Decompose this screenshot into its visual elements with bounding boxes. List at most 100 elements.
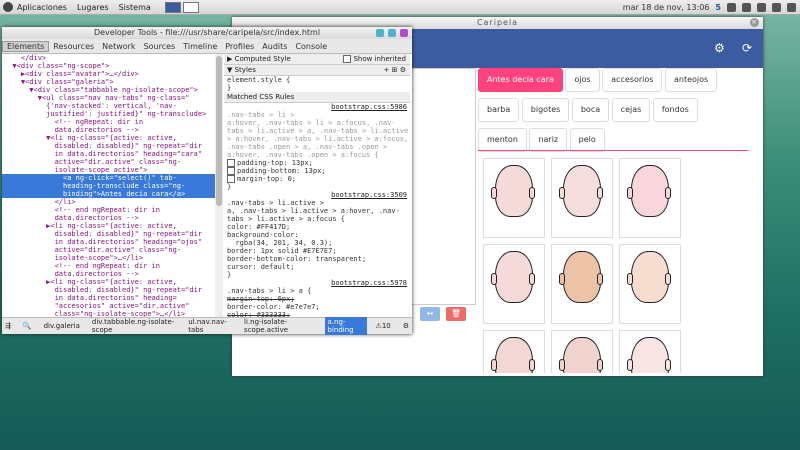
face-option[interactable]: [551, 330, 613, 373]
menu-lugares[interactable]: Lugares: [77, 3, 109, 12]
face-option[interactable]: [483, 244, 545, 324]
css-property[interactable]: background-color:: [224, 231, 410, 239]
css-property[interactable]: border-color: #e7e7e7;: [224, 303, 410, 311]
breadcrumb-item[interactable]: div.galeria: [41, 321, 83, 331]
tab-3[interactable]: anteojos: [664, 68, 718, 92]
face-option[interactable]: [483, 158, 545, 238]
source-link[interactable]: bootstrap.css:5986: [331, 103, 407, 111]
devtools-tab-network[interactable]: Network: [98, 42, 139, 51]
css-property[interactable]: border-bottom-color: transparent;: [224, 255, 410, 263]
clock[interactable]: mar 18 de nov, 13:06: [623, 3, 710, 12]
dom-node-line[interactable]: isolate-scope active">: [2, 166, 215, 174]
face-option[interactable]: [619, 244, 681, 324]
dom-node-line[interactable]: disabled: disabled}" ng-repeat="dir: [2, 230, 215, 238]
tab-9[interactable]: menton: [478, 128, 527, 152]
dom-node-line[interactable]: active="dir.active" class="ng-: [2, 158, 215, 166]
refresh-icon[interactable]: ⟳: [742, 41, 752, 55]
css-property[interactable]: rgba(34, 201, 34, 0.3);: [224, 239, 410, 247]
elements-scrollbar[interactable]: [215, 54, 223, 318]
dom-node-line[interactable]: data.directorios -->: [2, 126, 215, 134]
tab-10[interactable]: nariz: [529, 128, 568, 152]
dom-node-line[interactable]: justified': justified}" ng-transclude>: [2, 110, 215, 118]
face-option[interactable]: [619, 158, 681, 238]
tray-app-icon[interactable]: [727, 2, 736, 12]
dom-node-line[interactable]: <!-- end ngRepeat: dir in: [2, 206, 215, 214]
breadcrumb-item[interactable]: ul.nav.nav-tabs: [185, 317, 235, 335]
menu-sistema[interactable]: Sistema: [119, 3, 151, 12]
devtools-titlebar[interactable]: Developer Tools - file:///usr/share/cari…: [2, 27, 412, 39]
dom-node-line[interactable]: in data.directorios" heading="cara": [2, 150, 215, 158]
distro-logo-icon[interactable]: [3, 2, 13, 12]
maximize-icon[interactable]: [388, 29, 396, 37]
dom-node-line[interactable]: ▼<div class="galeria">: [2, 78, 215, 86]
workspace-switcher[interactable]: [164, 1, 199, 13]
breadcrumb-item[interactable]: div.tabbable.ng-isolate-scope: [89, 317, 179, 335]
close-icon[interactable]: [400, 29, 408, 37]
dom-node-line[interactable]: heading-transclude class="ng-: [2, 182, 215, 190]
dom-node-line[interactable]: data.directorios -->: [2, 214, 215, 222]
dom-node-line[interactable]: </li>: [2, 198, 215, 206]
power-icon[interactable]: [787, 2, 796, 12]
devtools-tab-elements[interactable]: Elements: [2, 40, 50, 52]
warning-count[interactable]: ⚠10: [373, 321, 394, 331]
dom-node-line[interactable]: ▶<li ng-class="{active: active,: [2, 278, 215, 286]
elements-tree[interactable]: </div> ▼<div class="ng-scope"> ▶<div cla…: [2, 54, 215, 318]
source-link[interactable]: bootstrap.css:3509: [331, 191, 407, 199]
dom-node-line[interactable]: in data.directorios" heading="ojos": [2, 238, 215, 246]
dom-node-line[interactable]: disabled: disabled}" ng-repeat="dir: [2, 142, 215, 150]
battery-icon[interactable]: [772, 2, 781, 12]
face-option[interactable]: [619, 330, 681, 373]
search-icon[interactable]: 🔍: [20, 321, 35, 331]
css-property[interactable]: padding-bottom: 13px;: [224, 167, 410, 175]
dom-node-line[interactable]: "accesorios" active="dir.active": [2, 302, 215, 310]
shuffle-button[interactable]: ↔: [420, 307, 440, 321]
devtools-tab-audits[interactable]: Audits: [258, 42, 291, 51]
minimize-icon[interactable]: [376, 29, 384, 37]
dom-node-line[interactable]: <!-- end ngRepeat: dir in: [2, 262, 215, 270]
tab-2[interactable]: accesorios: [602, 68, 663, 92]
tab-6[interactable]: boca: [571, 98, 610, 122]
dom-node-line[interactable]: active="dir.active" class="ng-: [2, 246, 215, 254]
dom-node-line[interactable]: ▶<li ng-class="{active: active,: [2, 222, 215, 230]
breadcrumb-item[interactable]: a.ng-binding: [324, 317, 367, 335]
tab-0[interactable]: Antes decía cara: [478, 68, 563, 92]
tab-8[interactable]: fondos: [652, 98, 698, 122]
dom-node-line[interactable]: isolate-scope">…</li>: [2, 254, 215, 262]
css-property[interactable]: color: #FF417D;: [224, 223, 410, 231]
face-option[interactable]: [551, 158, 613, 238]
face-option[interactable]: [483, 330, 545, 373]
devtools-tab-sources[interactable]: Sources: [140, 42, 180, 51]
css-property[interactable]: border: 1px solid #E7E7E7;: [224, 247, 410, 255]
devtools-tab-console[interactable]: Console: [291, 42, 331, 51]
gear-icon[interactable]: ⚙: [714, 41, 725, 55]
breadcrumb-item[interactable]: li.ng-isolate-scope.active: [241, 317, 318, 335]
css-property[interactable]: cursor: default;: [224, 263, 410, 271]
dom-node-line[interactable]: in data.directorios" heading=: [2, 294, 215, 302]
dom-node-line[interactable]: disabled: disabled}" ng-repeat="dir: [2, 286, 215, 294]
tab-11[interactable]: pelo: [569, 128, 605, 152]
dom-node-line[interactable]: </div>: [2, 54, 215, 62]
css-property[interactable]: padding-top: 13px;: [224, 159, 410, 167]
dom-node-line[interactable]: binding">Antes decía cara</a>: [2, 190, 215, 198]
css-property[interactable]: margin-top: 6px;: [224, 295, 410, 303]
dom-node-line[interactable]: ▼<ul class="nav nav-tabs" ng-class=": [2, 94, 215, 102]
network-icon[interactable]: [742, 2, 751, 12]
dom-node-line[interactable]: <!-- ngRepeat: dir in: [2, 118, 215, 126]
dom-node-line[interactable]: <a ng-click="select()" tab-: [2, 174, 215, 182]
styles-header[interactable]: ▼ Styles + ⊞ ⚙: [224, 65, 410, 76]
dom-node-line[interactable]: {'nav-stacked': vertical, 'nav-: [2, 102, 215, 110]
devtools-tab-profiles[interactable]: Profiles: [221, 42, 258, 51]
dom-node-line[interactable]: ▼<li ng-class="{active: active,: [2, 134, 215, 142]
face-option[interactable]: [551, 244, 613, 324]
element-style[interactable]: element.style {: [224, 76, 410, 84]
dom-node-line[interactable]: ▼<div class="tabbable ng-isolate-scope">: [2, 86, 215, 94]
dom-node-line[interactable]: ▼<div class="ng-scope">: [2, 62, 215, 70]
tab-1[interactable]: ojos: [565, 68, 600, 92]
computed-style-header[interactable]: ▶ Computed Style Show inherited: [224, 54, 410, 65]
close-icon[interactable]: ×: [750, 18, 759, 27]
volume-icon[interactable]: [757, 2, 766, 12]
tab-5[interactable]: bigotes: [521, 98, 570, 122]
css-property[interactable]: margin-top: 0;: [224, 175, 410, 183]
settings-gear-icon[interactable]: ⚙: [400, 321, 412, 331]
tray-count[interactable]: 5: [715, 3, 721, 12]
